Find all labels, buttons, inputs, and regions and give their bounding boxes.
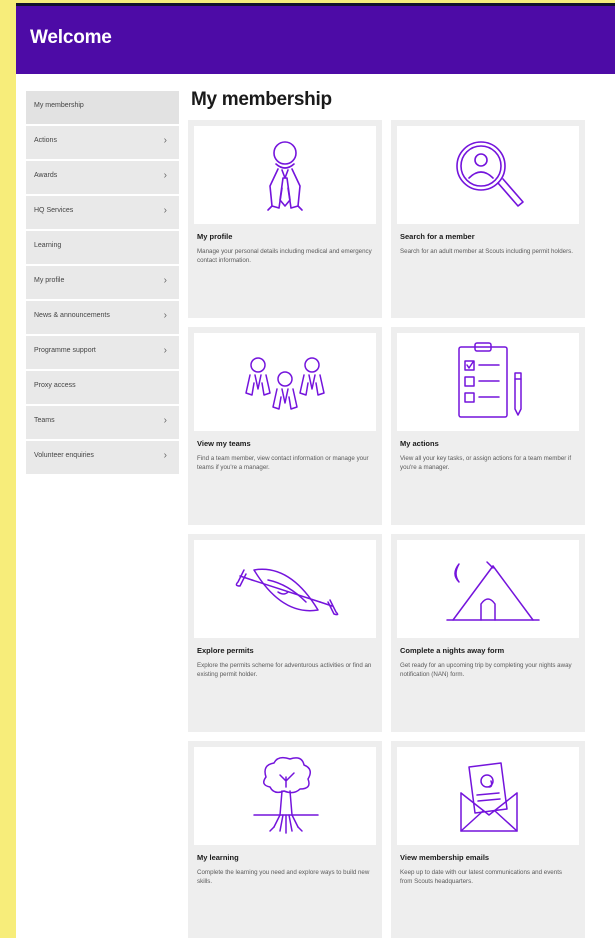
- card-title: My profile: [197, 232, 233, 241]
- sidebar: My membership Actions › Awards › HQ Servic…: [26, 91, 179, 476]
- team-icon: [245, 357, 325, 410]
- sidebar-item-label: Teams: [34, 417, 55, 424]
- sidebar-item-label: News & announcements: [34, 312, 110, 319]
- sidebar-item-label: Actions: [34, 137, 57, 144]
- sidebar-item-label: Learning: [34, 242, 62, 249]
- card-illustration: [194, 126, 376, 224]
- card-illustration: [397, 540, 579, 638]
- chevron-right-icon: ›: [163, 275, 167, 286]
- sidebar-item-awards[interactable]: Awards ›: [26, 161, 179, 194]
- sidebar-item-my-profile[interactable]: My profile ›: [26, 266, 179, 299]
- chevron-right-icon: ›: [163, 415, 167, 426]
- card-explore-permits[interactable]: Explore permits Explore the permits sche…: [188, 534, 382, 732]
- card-title: Complete a nights away form: [400, 646, 505, 655]
- card-title: My learning: [197, 853, 239, 862]
- card-illustration: [194, 540, 376, 638]
- card-nights-away[interactable]: Complete a nights away form Get ready fo…: [391, 534, 585, 732]
- card-title: View my teams: [197, 439, 251, 448]
- person-icon: [267, 141, 303, 211]
- sidebar-item-programme-support[interactable]: Programme support ›: [26, 336, 179, 369]
- sidebar-item-label: Awards: [34, 172, 58, 179]
- card-illustration: [194, 333, 376, 431]
- sidebar-item-actions[interactable]: Actions ›: [26, 126, 179, 159]
- tent-icon: [446, 561, 540, 621]
- sidebar-item-news[interactable]: News & announcements ›: [26, 301, 179, 334]
- card-description: Find a team member, view contact informa…: [197, 455, 369, 471]
- card-description: Keep up to date with our latest communic…: [400, 869, 563, 885]
- card-my-learning[interactable]: My learning Complete the learning you ne…: [188, 741, 382, 938]
- sidebar-item-hq-services[interactable]: HQ Services ›: [26, 196, 179, 229]
- card-illustration: [397, 126, 579, 224]
- tree-icon: [253, 756, 319, 834]
- sidebar-item-label: My profile: [34, 277, 65, 284]
- sidebar-item-learning[interactable]: Learning: [26, 231, 179, 264]
- sidebar-item-proxy-access[interactable]: Proxy access: [26, 371, 179, 404]
- card-description: Complete the learning you need and explo…: [197, 869, 370, 885]
- card-description: View all your key tasks, or assign actio…: [400, 455, 572, 471]
- page-title: My membership: [191, 89, 332, 110]
- card-illustration: [194, 747, 376, 845]
- sidebar-item-label: HQ Services: [34, 207, 74, 214]
- card-title: Search for a member: [400, 232, 475, 241]
- card-title: Explore permits: [197, 646, 254, 655]
- chevron-right-icon: ›: [163, 135, 167, 146]
- sidebar-item-volunteer-enquiries[interactable]: Volunteer enquiries ›: [26, 441, 179, 474]
- chevron-right-icon: ›: [163, 450, 167, 461]
- card-description: Search for an adult member at Scouts inc…: [400, 248, 573, 255]
- card-view-my-teams[interactable]: View my teams Find a team member, view c…: [188, 327, 382, 525]
- kayak-icon: [235, 568, 339, 616]
- chevron-right-icon: ›: [163, 170, 167, 181]
- header-bar: Welcome: [16, 3, 615, 74]
- sidebar-item-label: My membership: [34, 102, 84, 109]
- sidebar-item-label: Proxy access: [34, 382, 76, 389]
- card-my-actions[interactable]: My actions View all your key tasks, or a…: [391, 327, 585, 525]
- card-illustration: [397, 747, 579, 845]
- sidebar-item-label: Volunteer enquiries: [34, 452, 94, 459]
- card-description: Get ready for an upcoming trip by comple…: [400, 662, 572, 678]
- sidebar-item-label: Programme support: [34, 347, 96, 354]
- card-search-member[interactable]: Search for a member Search for an adult …: [391, 120, 585, 318]
- card-description: Manage your personal details including m…: [197, 248, 372, 264]
- magnifier-person-icon: [456, 141, 524, 207]
- card-title: View membership emails: [400, 853, 490, 862]
- app-frame: Welcome My membership Actions › Awards › H…: [16, 3, 615, 938]
- header-title: Welcome: [30, 27, 112, 48]
- card-my-profile[interactable]: My profile Manage your personal details …: [188, 120, 382, 318]
- chevron-right-icon: ›: [163, 310, 167, 321]
- sidebar-item-teams[interactable]: Teams ›: [26, 406, 179, 439]
- card-membership-emails[interactable]: View membership emails Keep up to date w…: [391, 741, 585, 938]
- card-title: My actions: [400, 439, 439, 448]
- envelope-icon: [460, 762, 518, 832]
- clipboard-icon: [458, 342, 522, 418]
- card-description: Explore the permits scheme for adventuro…: [197, 662, 372, 678]
- chevron-right-icon: ›: [163, 205, 167, 216]
- chevron-right-icon: ›: [163, 345, 167, 356]
- sidebar-item-my-membership[interactable]: My membership: [26, 91, 179, 124]
- card-illustration: [397, 333, 579, 431]
